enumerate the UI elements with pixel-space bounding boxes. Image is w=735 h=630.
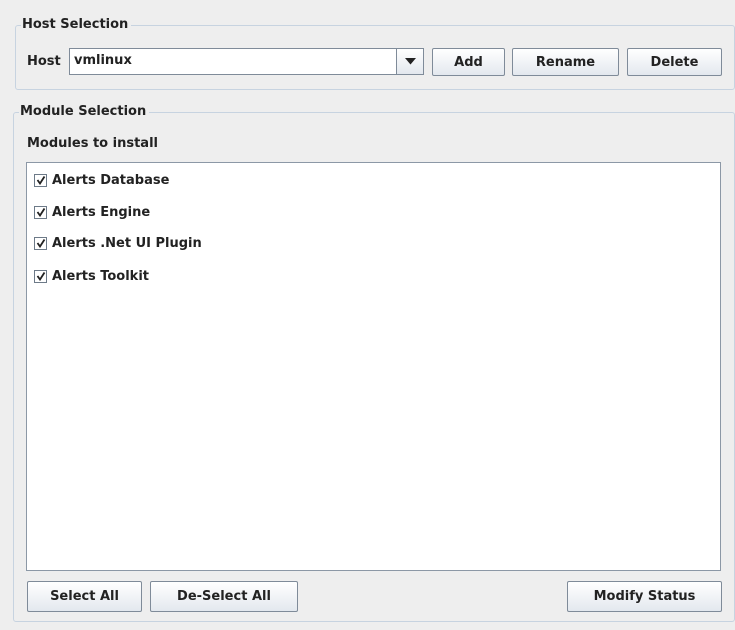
module-checkbox[interactable] [34,269,47,283]
host-label: Host [27,54,61,69]
select-all-button[interactable]: Select All [27,581,142,612]
modify-status-button[interactable]: Modify Status [567,581,722,612]
module-label: Alerts Database [52,172,170,188]
add-host-button[interactable]: Add [432,48,505,76]
module-checkbox[interactable] [34,205,47,219]
list-item[interactable]: Alerts Engine [34,203,150,221]
checkmark-icon [36,239,45,248]
host-combobox[interactable]: vmlinux [69,48,424,75]
checkmark-icon [36,176,45,185]
module-label: Alerts Toolkit [52,268,149,284]
checkmark-icon [36,208,45,217]
module-checkbox[interactable] [34,236,47,250]
module-selection-legend: Module Selection [19,105,150,119]
host-selection-legend: Host Selection [21,18,132,32]
host-combobox-value: vmlinux [74,53,132,68]
module-checkbox[interactable] [34,173,47,187]
module-label: Alerts Engine [52,204,151,220]
list-item[interactable]: Alerts Toolkit [34,267,149,285]
list-item[interactable]: Alerts Database [34,171,169,189]
modules-to-install-label: Modules to install [27,136,158,151]
modules-list[interactable]: Alerts Database Alerts Engine Alerts .Ne… [26,162,721,571]
deselect-all-button[interactable]: De-Select All [150,581,298,612]
chevron-down-icon[interactable] [396,49,423,74]
module-label: Alerts .Net UI Plugin [52,235,202,251]
delete-host-button[interactable]: Delete [627,48,722,76]
rename-host-button[interactable]: Rename [512,48,619,76]
list-item[interactable]: Alerts .Net UI Plugin [34,234,202,252]
checkmark-icon [36,272,45,281]
